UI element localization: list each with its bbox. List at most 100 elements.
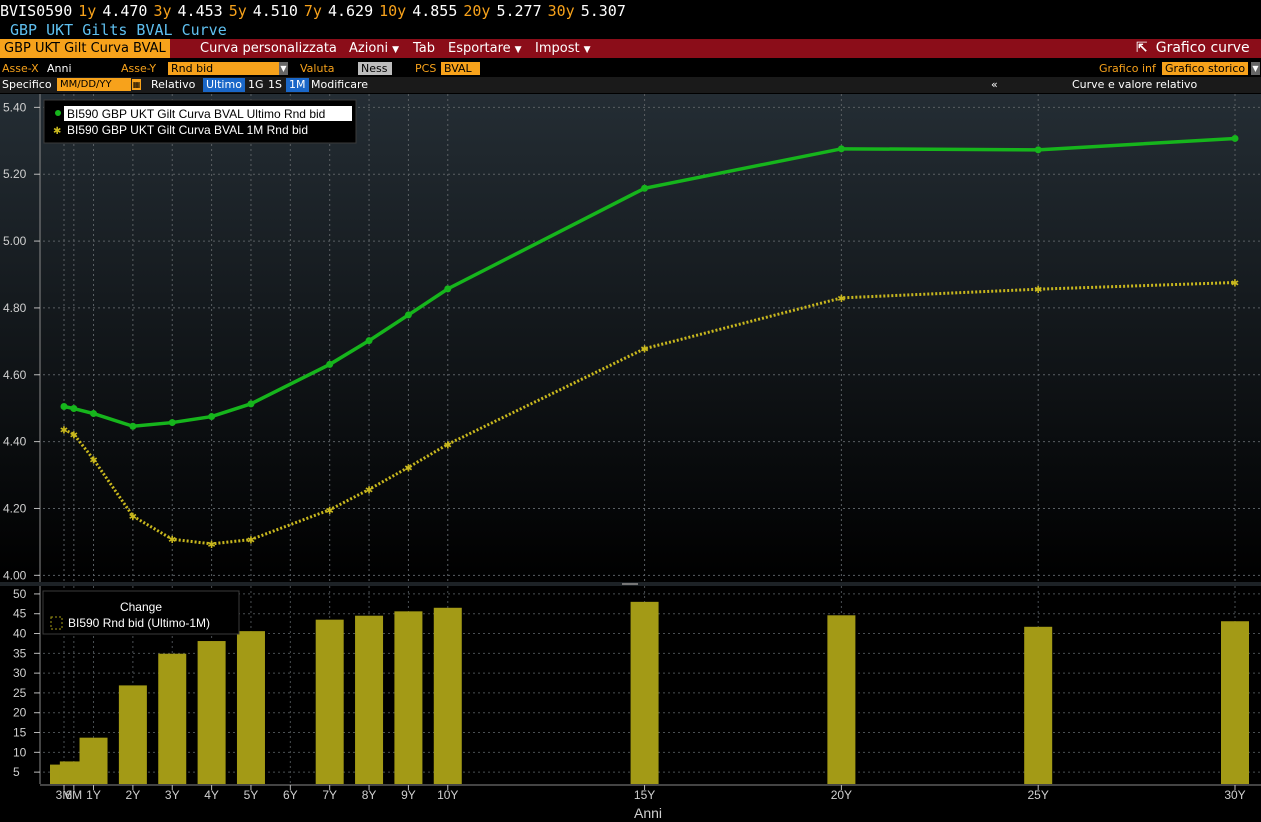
series-last-point: [404, 311, 412, 319]
series-1m-point: ✱: [60, 426, 68, 437]
change-bar: [1024, 626, 1053, 784]
x-tick-label: 8Y: [362, 788, 377, 802]
series-1m-point: ✱: [70, 430, 78, 441]
series-1m-point: ✱: [1231, 279, 1239, 290]
pcs-label: PCS: [415, 62, 437, 75]
change-bar: [315, 619, 344, 784]
series-1m-point: ✱: [89, 455, 97, 466]
x-tick-label: 15Y: [634, 788, 655, 802]
series-last-point: [60, 403, 68, 411]
chart-curves-label: Grafico curve: [1155, 40, 1250, 56]
series-1m-point: ✱: [207, 540, 215, 551]
ticker-tenor-label: 3y: [153, 2, 172, 20]
calendar-icon[interactable]: ▦: [132, 79, 141, 90]
yield-curve-chart: 4.004.204.404.604.805.005.205.40 ✱ ✱✱✱✱ ✱ ✱…: [0, 94, 1261, 822]
series-last-point: [247, 400, 255, 408]
x-tick-label: 10Y: [437, 788, 458, 802]
x-axis-title: Anni: [634, 805, 662, 821]
caret-down-icon: ▼: [583, 45, 591, 55]
chart-info-select[interactable]: Grafico storico: [1162, 62, 1248, 75]
x-axis: 3M6M 1Y 2Y 3Y 4Y 5Y 6Y 7Y 8Y 9Y 10Y 15Y 20Y 25Y 30Y An…: [0, 784, 1261, 822]
legend-last: BI590 GBP UKT Gilt Curva BVAL Ultimo Rnd…: [67, 107, 325, 121]
settings-menu[interactable]: Impost ▼: [531, 39, 595, 58]
ticker-yield-value: 5.307: [580, 2, 626, 20]
ticker-security: BVIS0590: [0, 2, 73, 20]
ticker-tenor-label: 30y: [547, 2, 575, 20]
settings-menu-label: Impost: [535, 41, 580, 56]
currency-field[interactable]: Ness: [358, 62, 392, 75]
caret-down-icon: ▼: [514, 45, 522, 55]
x-tick-label: 2Y: [126, 788, 141, 802]
yield-panel: 4.004.204.404.604.805.005.205.40 ✱ ✱✱✱✱ ✱ ✱…: [0, 94, 1261, 582]
export-menu[interactable]: Esportare ▼: [444, 39, 526, 58]
ticker-tenor-label: 20y: [463, 2, 491, 20]
chart-curves-button[interactable]: ⇱ Grafico curve: [1132, 39, 1254, 58]
modify-button[interactable]: Modificare: [311, 77, 368, 93]
ticker-yield-value: 5.277: [496, 2, 542, 20]
relative-1g-button[interactable]: 1G: [248, 77, 264, 93]
x-tick-label: 9Y: [401, 788, 416, 802]
y-tick-label: 25: [13, 686, 27, 700]
date-options-bar: Specifico MM/DD/YY ▦ Relativo Ultimo 1G …: [0, 77, 1261, 93]
relative-last-button[interactable]: Ultimo: [203, 78, 245, 92]
x-axis-label: Asse-X: [2, 62, 39, 75]
tab-menu[interactable]: Tab: [409, 39, 439, 58]
change-panel: 5 10 15 20 25 30 35 40 45 50 Change BI590 Rnd bid…: [0, 586, 1261, 784]
ticker-yield-value: 4.453: [177, 2, 223, 20]
series-last-point: [70, 405, 78, 413]
yield-legend: BI590 GBP UKT Gilt Curva BVAL Ultimo Rnd…: [43, 99, 357, 144]
series-1m-point: ✱: [365, 485, 373, 496]
series-1m-point: ✱: [1034, 285, 1042, 296]
dropdown-arrow-icon[interactable]: ▼: [279, 62, 288, 75]
change-bar: [355, 615, 384, 784]
y-axis-label: Asse-Y: [121, 62, 157, 75]
legend-month: BI590 GBP UKT Gilt Curva BVAL 1M Rnd bid: [67, 123, 308, 137]
actions-menu[interactable]: Azioni ▼: [345, 39, 403, 58]
series-last-point: [129, 422, 137, 430]
series-last-point: [444, 285, 452, 293]
external-link-icon: ⇱: [1136, 40, 1148, 56]
series-last-point: [365, 337, 373, 345]
custom-curve-menu[interactable]: Curva personalizzata: [196, 39, 341, 58]
y-tick-label: 5.40: [3, 100, 27, 114]
y-axis-select[interactable]: Rnd bid: [168, 62, 280, 75]
ticker-yield-value: 4.510: [252, 2, 298, 20]
legend-dot-icon: [55, 110, 61, 116]
ticker-yield-value: 4.855: [412, 2, 458, 20]
drag-handle-icon[interactable]: [622, 583, 638, 585]
change-bar: [394, 611, 423, 784]
y-tick-label: 5.00: [3, 234, 27, 248]
collapse-icon[interactable]: «: [991, 77, 998, 93]
y-tick-label: 15: [13, 726, 27, 740]
x-tick-label: 6Y: [283, 788, 298, 802]
series-last-point: [1034, 146, 1042, 154]
change-bar: [79, 737, 108, 784]
change-legend: Change BI590 Rnd bid (Ultimo-1M): [42, 590, 240, 635]
series-1m-point: ✱: [444, 440, 452, 451]
x-tick-label: 25Y: [1028, 788, 1049, 802]
series-last-point: [208, 413, 216, 421]
change-bar: [197, 641, 226, 784]
export-menu-label: Esportare: [448, 41, 511, 56]
curve-selector[interactable]: GBP UKT Gilt Curva BVAL: [0, 39, 170, 58]
y-tick-label: 10: [13, 745, 27, 759]
x-tick-label: 3Y: [165, 788, 180, 802]
x-axis-value[interactable]: Anni: [47, 61, 72, 77]
series-last-point: [90, 410, 98, 418]
page-title: GBP UKT Gilts BVAL Curve: [10, 21, 227, 39]
y-tick-label: 50: [13, 587, 27, 601]
date-input[interactable]: MM/DD/YY: [57, 78, 131, 91]
y-tick-label: 5.20: [3, 167, 27, 181]
relative-1s-button[interactable]: 1S: [268, 77, 282, 93]
ticker-tenor-label: 1y: [78, 2, 97, 20]
y-tick-label: 40: [13, 627, 27, 641]
pcs-field[interactable]: BVAL: [441, 62, 480, 75]
relative-label: Relativo: [151, 78, 196, 91]
dropdown-arrow-icon[interactable]: ▼: [1251, 62, 1260, 75]
change-series-name: BI590 Rnd bid (Ultimo-1M): [68, 616, 210, 630]
x-axis-background: [0, 784, 1261, 822]
y-tick-label: 45: [13, 607, 27, 621]
ticker-tenor-label: 5y: [228, 2, 247, 20]
change-bar: [158, 653, 187, 784]
relative-1m-button[interactable]: 1M: [286, 78, 309, 92]
